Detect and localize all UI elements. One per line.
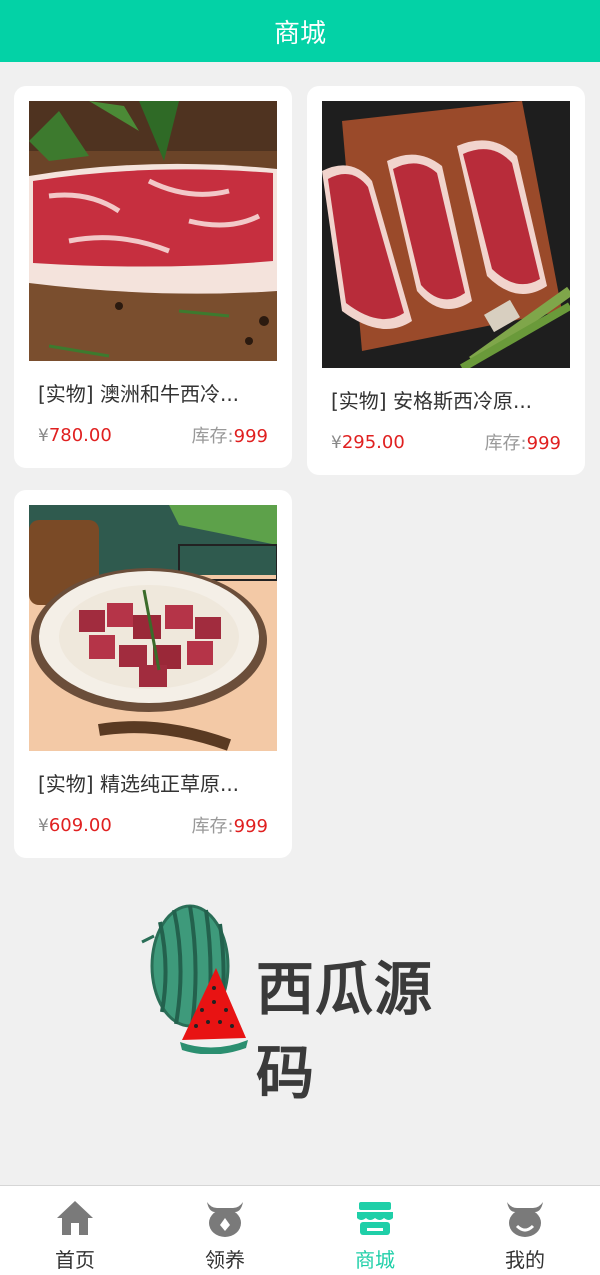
product-name[interactable]: [实物] 安格斯西冷原... — [331, 385, 561, 414]
stock-label: 库存: — [191, 816, 234, 837]
price-value: 295.00 — [341, 431, 405, 453]
product-stock: 库存:999 — [192, 812, 268, 838]
product-name[interactable]: [实物] 澳洲和牛西冷... — [38, 378, 268, 407]
tab-label: 商城 — [355, 1248, 395, 1272]
product-price: ¥295.00 — [331, 432, 405, 453]
stock-value: 999 — [233, 426, 268, 447]
tab-label: 首页 — [55, 1248, 95, 1272]
stock-value: 999 — [526, 433, 561, 454]
tab-shop[interactable]: 商城 — [300, 1186, 450, 1275]
product-meta: ¥609.00 库存:999 — [38, 812, 268, 838]
tab-home[interactable]: 首页 — [0, 1186, 150, 1275]
product-card[interactable]: [实物] 澳洲和牛西冷... ¥780.00 库存:999 — [14, 86, 292, 468]
tab-adopt[interactable]: 领养 — [150, 1186, 300, 1275]
stock-label: 库存: — [191, 426, 234, 447]
watermark-text: 西瓜源码 — [256, 955, 434, 1107]
watermelon-icon — [141, 904, 248, 1055]
currency-symbol: ¥ — [38, 815, 49, 836]
home-icon — [57, 1201, 93, 1235]
bottom-tab-bar: 首页 领养 商城 我的 — [0, 1185, 600, 1275]
shop-icon — [357, 1202, 393, 1235]
product-meta: ¥295.00 库存:999 — [331, 429, 561, 455]
stock-value: 999 — [233, 816, 268, 837]
adopt-cow-icon — [207, 1202, 243, 1237]
header-bar: 商城 — [0, 0, 600, 62]
watermark-logo: 西瓜源码 — [140, 902, 440, 1107]
profile-cow-icon — [507, 1202, 543, 1237]
tab-profile[interactable]: 我的 — [450, 1186, 600, 1275]
product-stock: 库存:999 — [192, 422, 268, 448]
page-title: 商城 — [273, 18, 326, 49]
currency-symbol: ¥ — [38, 425, 49, 446]
tab-label: 领养 — [205, 1248, 245, 1272]
product-price: ¥609.00 — [38, 815, 112, 836]
product-image[interactable] — [322, 101, 570, 368]
price-value: 609.00 — [48, 814, 112, 836]
product-image[interactable] — [29, 101, 277, 361]
product-stock: 库存:999 — [485, 429, 561, 455]
stock-label: 库存: — [484, 433, 527, 454]
price-value: 780.00 — [48, 424, 112, 446]
currency-symbol: ¥ — [331, 432, 342, 453]
product-price: ¥780.00 — [38, 425, 112, 446]
product-meta: ¥780.00 库存:999 — [38, 422, 268, 448]
tab-label: 我的 — [505, 1248, 545, 1272]
product-card[interactable]: [实物] 精选纯正草原... ¥609.00 库存:999 — [14, 490, 292, 858]
product-image[interactable] — [29, 505, 277, 751]
product-name[interactable]: [实物] 精选纯正草原... — [38, 768, 268, 797]
product-card[interactable]: [实物] 安格斯西冷原... ¥295.00 库存:999 — [307, 86, 585, 475]
